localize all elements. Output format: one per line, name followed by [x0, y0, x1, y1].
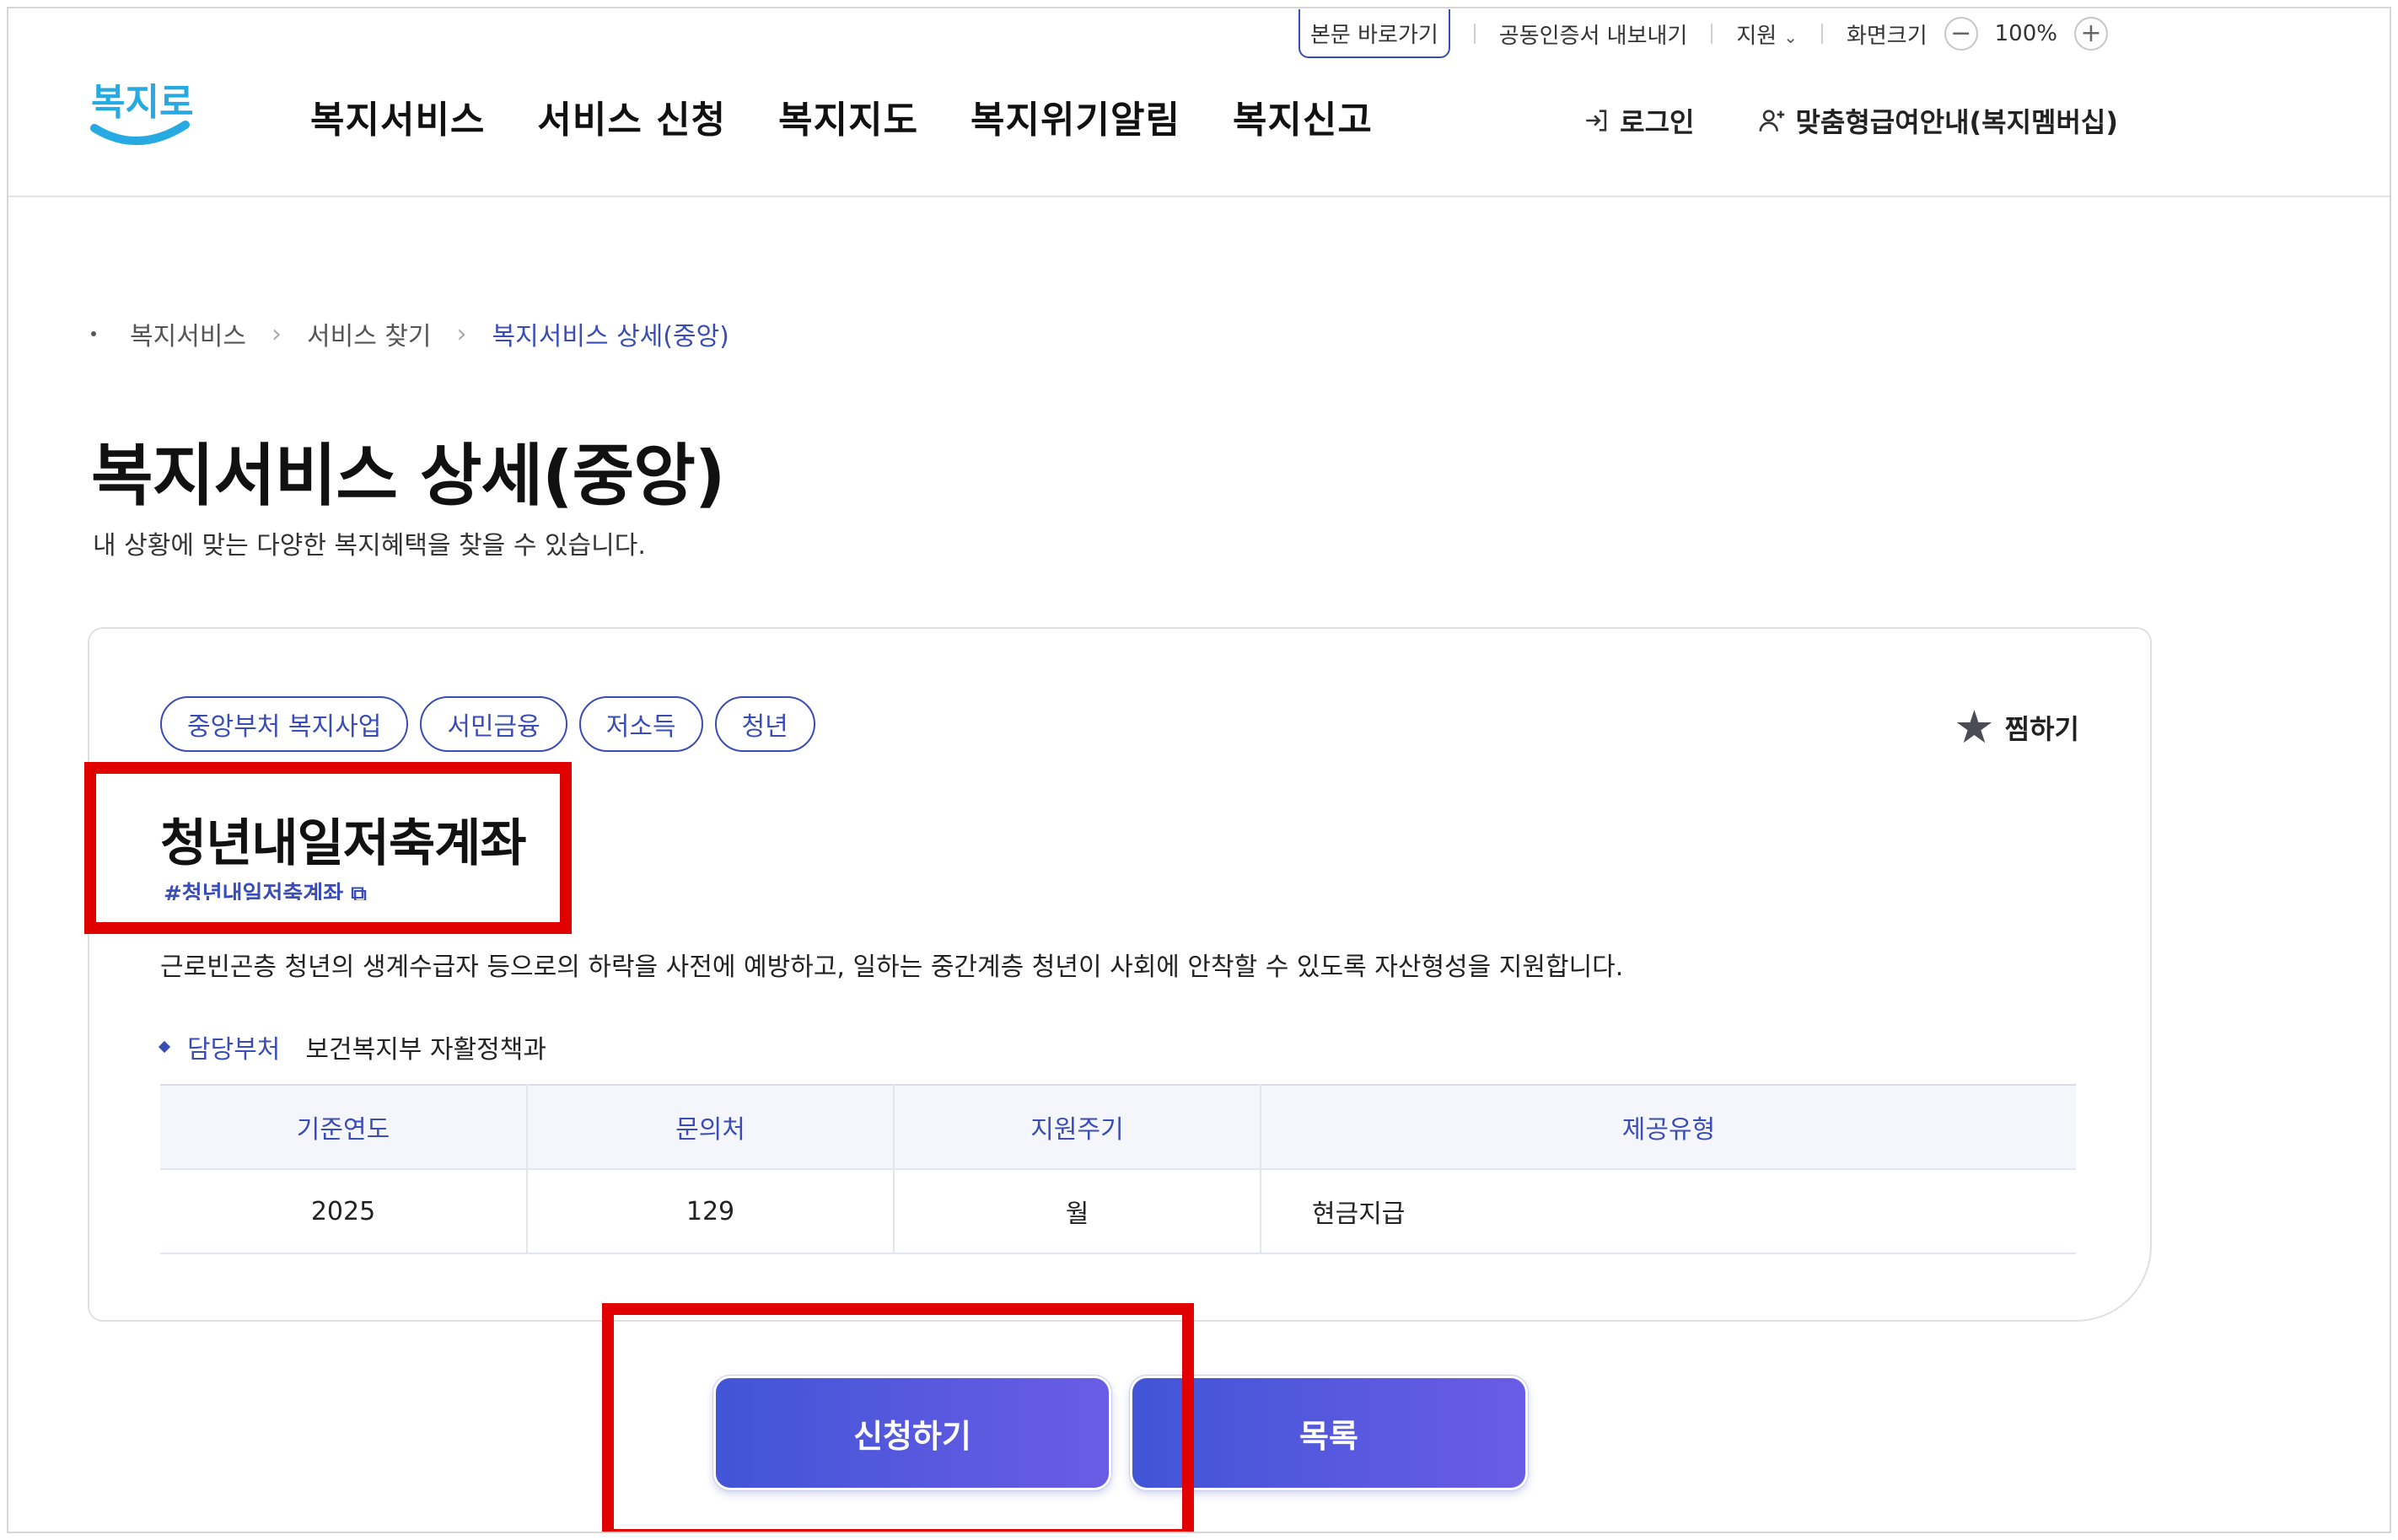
login-icon — [1586, 110, 1607, 131]
support-dropdown[interactable]: 지원 ⌄ — [1736, 19, 1798, 50]
breadcrumb-item-welfare[interactable]: 복지서비스 — [130, 315, 246, 352]
star-icon: ★ — [1954, 700, 1995, 754]
zoom-level: 100% — [1994, 21, 2057, 46]
td-provision-type: 현금지급 — [1261, 1169, 2076, 1254]
th-base-year: 기준연도 — [160, 1084, 528, 1170]
diamond-bullet-icon — [158, 1040, 171, 1054]
th-contact: 문의처 — [527, 1084, 895, 1170]
table-header-row: 기준연도 문의처 지원주기 제공유형 — [160, 1084, 2076, 1170]
apply-button[interactable]: 신청하기 — [712, 1375, 1112, 1491]
service-info-table: 기준연도 문의처 지원주기 제공유형 2025 129 월 현금지급 — [160, 1084, 2076, 1254]
page-subtitle: 내 상황에 맞는 다양한 복지혜택을 찾을 수 있습니다. — [93, 531, 646, 561]
chevron-right-icon: › — [456, 319, 467, 349]
td-contact: 129 — [527, 1169, 895, 1254]
support-label: 지원 — [1736, 23, 1777, 49]
screen-size-label: 화면크기 — [1846, 23, 1928, 49]
td-support-cycle: 월 — [894, 1169, 1261, 1254]
divider — [1473, 24, 1476, 44]
tag-youth[interactable]: 청년 — [714, 696, 815, 752]
department-label: 담당부처 — [187, 1035, 281, 1065]
zoom-control: 화면크기 − 100% + — [1847, 17, 2108, 51]
nav-welfare-report[interactable]: 복지신고 — [1233, 89, 1373, 143]
service-tags: 중앙부처 복지사업 서민금융 저소득 청년 — [160, 696, 815, 752]
action-buttons: 신청하기 목록 — [712, 1375, 1529, 1491]
divider — [1820, 24, 1823, 44]
utility-bar: 본문 바로가기 공동인증서 내보내기 지원 ⌄ 화면크기 − 100% + — [1298, 8, 2108, 59]
zoom-out-button[interactable]: − — [1944, 17, 1978, 51]
external-link-icon: ⧉ — [351, 882, 367, 900]
table-row: 2025 129 월 현금지급 — [160, 1169, 2076, 1254]
department-value: 보건복지부 자활정책과 — [305, 1035, 546, 1065]
breadcrumb-item-search[interactable]: 서비스 찾기 — [307, 315, 432, 352]
page-title: 복지서비스 상세(중앙) — [91, 437, 725, 515]
nav-welfare-crisis[interactable]: 복지위기알림 — [970, 89, 1180, 143]
divider — [1711, 24, 1713, 44]
breadcrumb: 복지서비스 › 서비스 찾기 › 복지서비스 상세(중앙) — [91, 315, 729, 352]
chevron-right-icon: › — [272, 319, 282, 349]
tag-central-ministry[interactable]: 중앙부처 복지사업 — [160, 696, 409, 752]
service-description: 근로빈곤층 청년의 생계수급자 등으로의 하락을 사전에 예방하고, 일하는 중… — [160, 952, 1624, 982]
breadcrumb-item-current: 복지서비스 상세(중앙) — [492, 322, 729, 351]
home-dot-icon — [91, 331, 96, 336]
tag-low-income[interactable]: 저소득 — [578, 696, 703, 752]
service-name: 청년내일저축계좌 — [160, 814, 527, 873]
favorite-button[interactable]: ★ 찜하기 — [1954, 705, 2079, 750]
bokjiro-logo[interactable]: 복지로 — [86, 66, 196, 158]
zoom-in-button[interactable]: + — [2073, 17, 2108, 51]
hashtag-label: #청년내일저축계좌 — [164, 882, 344, 900]
nav-welfare-service[interactable]: 복지서비스 — [310, 89, 485, 143]
chevron-down-icon: ⌄ — [1783, 26, 1798, 47]
nav-service-apply[interactable]: 서비스 신청 — [537, 89, 726, 143]
header-actions: 로그인 맞춤형급여안내(복지멤버십) — [1583, 101, 2118, 140]
td-base-year: 2025 — [160, 1169, 528, 1254]
main-nav: 복지서비스 서비스 신청 복지지도 복지위기알림 복지신고 — [310, 89, 1373, 143]
nav-welfare-map[interactable]: 복지지도 — [778, 89, 918, 143]
department-row: 담당부처 보건복지부 자활정책과 — [158, 1028, 546, 1065]
th-support-cycle: 지원주기 — [894, 1084, 1261, 1170]
favorite-label: 찜하기 — [2004, 713, 2079, 745]
cert-export-link[interactable]: 공동인증서 내보내기 — [1499, 19, 1688, 50]
th-provision-type: 제공유형 — [1261, 1084, 2076, 1170]
browser-frame: 복지로 복지서비스 서비스 신청 복지지도 복지위기알림 복지신고 로그인 맞춤… — [7, 7, 2391, 1533]
service-detail-card: 중앙부처 복지사업 서민금융 저소득 청년 ★ 찜하기 청년내일저축계좌 #청년… — [88, 627, 2152, 1322]
logo-text: 복지로 — [91, 81, 193, 124]
login-link[interactable]: 로그인 — [1583, 101, 1694, 140]
tag-finance[interactable]: 서민금융 — [420, 696, 567, 752]
user-add-icon — [1760, 110, 1785, 131]
skip-to-content-link[interactable]: 본문 바로가기 — [1298, 9, 1450, 58]
login-label: 로그인 — [1620, 106, 1695, 138]
membership-label: 맞춤형급여안내(복지멤버십) — [1795, 106, 2118, 138]
list-button[interactable]: 목록 — [1129, 1375, 1529, 1491]
membership-link[interactable]: 맞춤형급여안내(복지멤버십) — [1758, 101, 2118, 140]
service-hashtag-link[interactable]: #청년내일저축계좌 ⧉ — [164, 877, 367, 900]
